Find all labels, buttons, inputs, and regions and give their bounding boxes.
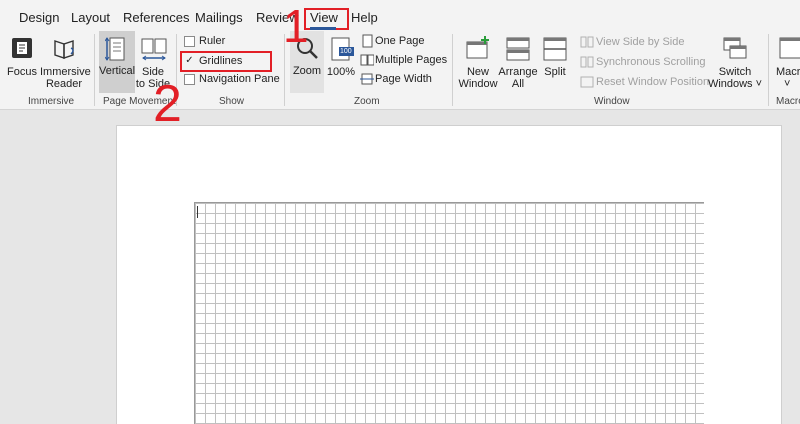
zoom-100-icon-text: 100 [340, 48, 352, 55]
reset-window-position-icon [580, 76, 594, 88]
immersive-reader-label-2: Reader [45, 78, 83, 90]
focus-label: Focus [7, 66, 37, 78]
focus-icon [12, 38, 32, 58]
one-page-icon [362, 34, 373, 48]
menu-bar: Design Layout References Mailings Review… [0, 0, 800, 34]
separator [94, 34, 95, 106]
ruler-label: Ruler [199, 35, 226, 47]
synchronous-scrolling-icon [580, 56, 594, 68]
page-width-label: Page Width [375, 73, 432, 85]
macros-button[interactable]: Macro ˅ [774, 32, 800, 90]
vertical-label: Vertical [99, 65, 136, 77]
new-window-icon [466, 36, 489, 59]
multiple-pages-icon [360, 54, 374, 66]
split-button[interactable]: Split [538, 32, 572, 90]
step-2-annotation: 2 [153, 75, 182, 133]
arrange-all-button[interactable]: Arrange All [498, 32, 538, 90]
one-page-label: One Page [375, 35, 425, 47]
text-cursor [197, 206, 198, 218]
ruler-checkbox[interactable] [184, 36, 195, 47]
zoom-100-label: 100% [326, 66, 356, 78]
tab-mailings[interactable]: Mailings [195, 10, 243, 25]
switch-windows-button[interactable]: Switch Windows ˅ [706, 32, 764, 90]
page-width-icon [360, 73, 374, 85]
navigation-pane-label: Navigation Pane [199, 73, 280, 85]
arrange-all-label-2: All [511, 78, 525, 90]
multiple-pages-button[interactable]: Multiple Pages [359, 52, 449, 68]
group-zoom-label: Zoom [354, 96, 380, 107]
group-macros-label: Macro [776, 96, 800, 107]
macros-icon [779, 37, 800, 59]
vertical-button[interactable]: Vertical [99, 31, 135, 93]
tab-layout[interactable]: Layout [71, 10, 110, 25]
view-side-by-side-icon [580, 36, 594, 48]
switch-windows-icon [723, 37, 747, 59]
immersive-reader-icon [54, 40, 74, 59]
view-side-by-side-button[interactable]: View Side by Side [580, 34, 700, 50]
new-window-button[interactable]: New Window [458, 32, 498, 90]
one-page-button[interactable]: One Page [359, 33, 449, 49]
switch-windows-label-2: Windows ˅ [707, 78, 763, 90]
ribbon: Focus Immersive Reader Immersive Vertica… [0, 30, 800, 110]
new-window-label-2: Window [458, 78, 498, 90]
multiple-pages-label: Multiple Pages [375, 54, 448, 66]
group-show-label: Show [219, 96, 245, 107]
synchronous-scrolling-button[interactable]: Synchronous Scrolling [580, 54, 705, 70]
reset-window-position-label: Reset Window Position [596, 76, 710, 88]
navigation-pane-checkbox[interactable] [184, 74, 195, 85]
tab-references[interactable]: References [123, 10, 189, 25]
group-immersive-label: Immersive [28, 96, 75, 107]
separator [768, 34, 769, 106]
view-side-by-side-label: View Side by Side [596, 36, 685, 48]
reset-window-position-button[interactable]: Reset Window Position [580, 74, 709, 90]
page-width-button[interactable]: Page Width [359, 71, 449, 87]
split-label: Split [544, 66, 566, 78]
gridlines-overlay [194, 202, 704, 424]
zoom-label: Zoom [292, 65, 322, 77]
synchronous-scrolling-label: Synchronous Scrolling [596, 56, 706, 68]
tab-help[interactable]: Help [351, 10, 378, 25]
step-1-annotation: 1 [283, 0, 309, 52]
zoom-100-button[interactable]: 100 100% [325, 32, 357, 90]
view-tab-active-indicator [310, 27, 336, 30]
arrange-all-icon [506, 37, 530, 61]
tab-design[interactable]: Design [19, 10, 59, 25]
vertical-scroll-icon [105, 37, 125, 61]
split-icon [543, 37, 567, 61]
gridlines-highlight [180, 51, 272, 72]
focus-button[interactable]: Focus [4, 32, 40, 90]
separator [452, 34, 453, 106]
macros-label-2: ˅ [784, 78, 791, 90]
group-window-label: Window [594, 96, 630, 107]
side-to-side-icon [141, 38, 167, 61]
immersive-reader-button[interactable]: Immersive Reader [40, 32, 91, 90]
